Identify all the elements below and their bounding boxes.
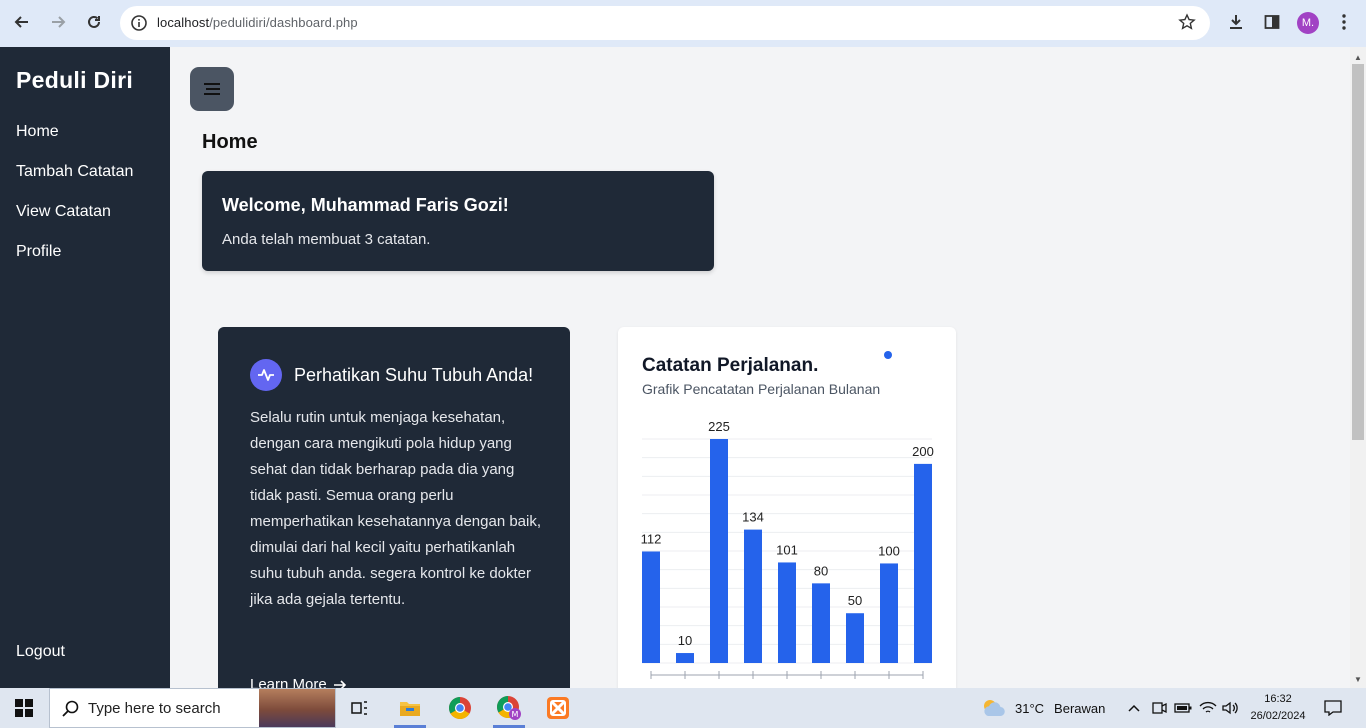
- forward-icon[interactable]: [44, 8, 72, 36]
- search-icon: [62, 700, 79, 717]
- chart-data-label: 80: [814, 563, 828, 578]
- health-card-body: Selalu rutin untuk menjaga kesehatan, de…: [250, 409, 542, 608]
- search-highlight-image: [259, 689, 335, 727]
- learn-more-label: Learn More: [250, 676, 327, 688]
- chart-data-label: 112: [641, 531, 662, 546]
- back-icon[interactable]: [8, 8, 36, 36]
- taskbar-search[interactable]: Type here to search: [49, 688, 336, 728]
- chrome-profile-icon[interactable]: M: [487, 688, 531, 728]
- chart-bar[interactable]: [914, 463, 932, 663]
- chart-bar[interactable]: [710, 439, 728, 663]
- weather-text: Berawan: [1054, 700, 1106, 716]
- welcome-title: Welcome, Muhammad Faris Gozi!: [222, 195, 509, 215]
- sidebar-item-tambah-catatan[interactable]: Tambah Catatan: [16, 163, 133, 181]
- sidebar: Peduli Diri Home Tambah Catatan View Cat…: [0, 47, 170, 688]
- clock-time: 16:32: [1264, 693, 1292, 705]
- meet-now-icon[interactable]: [1151, 688, 1167, 728]
- health-card: Perhatikan Suhu Tubuh Anda! Selalu rutin…: [218, 327, 570, 688]
- arrow-right-icon: [333, 679, 346, 688]
- weather-widget[interactable]: 31°C Berawan: [981, 688, 1105, 728]
- url-text: localhost/pedulidiri/dashboard.php: [157, 15, 358, 30]
- page-content: Peduli Diri Home Tambah Catatan View Cat…: [0, 47, 1350, 688]
- chart-bar[interactable]: [642, 551, 660, 663]
- chart-bar[interactable]: [880, 563, 898, 663]
- cloud-sun-icon: [984, 700, 1005, 717]
- chart-bar[interactable]: [744, 529, 762, 663]
- chart-data-label: 101: [776, 542, 798, 557]
- xampp-icon[interactable]: [536, 688, 580, 728]
- svg-text:M: M: [512, 710, 519, 719]
- chart-bar[interactable]: [846, 613, 864, 663]
- more-menu-icon[interactable]: [1330, 8, 1358, 36]
- pulse-icon: [250, 359, 282, 391]
- scroll-up-icon[interactable]: ▲: [1350, 50, 1366, 64]
- chart-bar[interactable]: [812, 583, 830, 663]
- chart-data-label: 225: [708, 419, 730, 434]
- clock-date: 26/02/2024: [1250, 710, 1306, 722]
- sidebar-item-view-catatan[interactable]: View Catatan: [16, 203, 111, 221]
- browser-toolbar: localhost/pedulidiri/dashboard.php M.: [0, 0, 1366, 47]
- address-bar[interactable]: localhost/pedulidiri/dashboard.php: [120, 6, 1210, 40]
- show-hidden-icons-icon[interactable]: [1127, 688, 1141, 728]
- chart-bar[interactable]: [676, 653, 694, 663]
- notification-icon[interactable]: [1324, 688, 1342, 728]
- profile-avatar[interactable]: M.: [1297, 12, 1319, 34]
- chart-data-label: 134: [742, 510, 764, 525]
- download-icon[interactable]: [1222, 8, 1250, 36]
- taskbar-clock[interactable]: 16:32 26/02/2024: [1240, 691, 1316, 725]
- scroll-down-icon[interactable]: ▼: [1350, 672, 1366, 686]
- task-view-icon[interactable]: [338, 688, 382, 728]
- brand-title: Peduli Diri: [16, 67, 134, 93]
- taskbar-search-placeholder: Type here to search: [88, 700, 221, 717]
- scrollbar-thumb[interactable]: [1352, 64, 1364, 440]
- welcome-card: Welcome, Muhammad Faris Gozi! Anda telah…: [202, 171, 714, 271]
- menu-toggle-button[interactable]: [190, 67, 234, 111]
- welcome-text: Anda telah membuat 3 catatan.: [222, 231, 431, 248]
- bar-chart: 112 10 225 134 101 80 50 100 200: [641, 419, 934, 679]
- chart-data-label: 100: [878, 543, 900, 558]
- sidebar-item-home[interactable]: Home: [16, 123, 59, 141]
- chart-data-label: 200: [912, 444, 934, 459]
- sidebar-item-profile[interactable]: Profile: [16, 243, 61, 261]
- learn-more-link[interactable]: Learn More: [250, 676, 347, 688]
- chart-data-label: 10: [678, 633, 692, 648]
- logout-link[interactable]: Logout: [16, 643, 65, 661]
- wifi-icon[interactable]: [1199, 688, 1217, 728]
- volume-icon[interactable]: [1221, 688, 1239, 728]
- windows-start-icon[interactable]: [0, 688, 48, 728]
- health-card-title: Perhatikan Suhu Tubuh Anda!: [294, 365, 534, 385]
- chrome-icon[interactable]: [438, 688, 482, 728]
- page-title: Home: [202, 131, 258, 153]
- chart-data-label: 50: [848, 593, 862, 608]
- taskbar: Type here to search M 31°C Berawan 16:32…: [0, 688, 1366, 728]
- hamburger-icon: [204, 83, 220, 95]
- chart-card: Catatan Perjalanan. Grafik Pencatatan Pe…: [618, 327, 956, 688]
- bookmark-star-icon[interactable]: [1178, 13, 1196, 36]
- site-info-icon[interactable]: [130, 14, 148, 32]
- file-explorer-icon[interactable]: [388, 688, 432, 728]
- reload-icon[interactable]: [80, 8, 108, 36]
- side-panel-icon[interactable]: [1258, 8, 1286, 36]
- weather-temp: 31°C: [1015, 700, 1045, 716]
- chart-bar[interactable]: [778, 562, 796, 663]
- battery-icon[interactable]: [1174, 688, 1192, 728]
